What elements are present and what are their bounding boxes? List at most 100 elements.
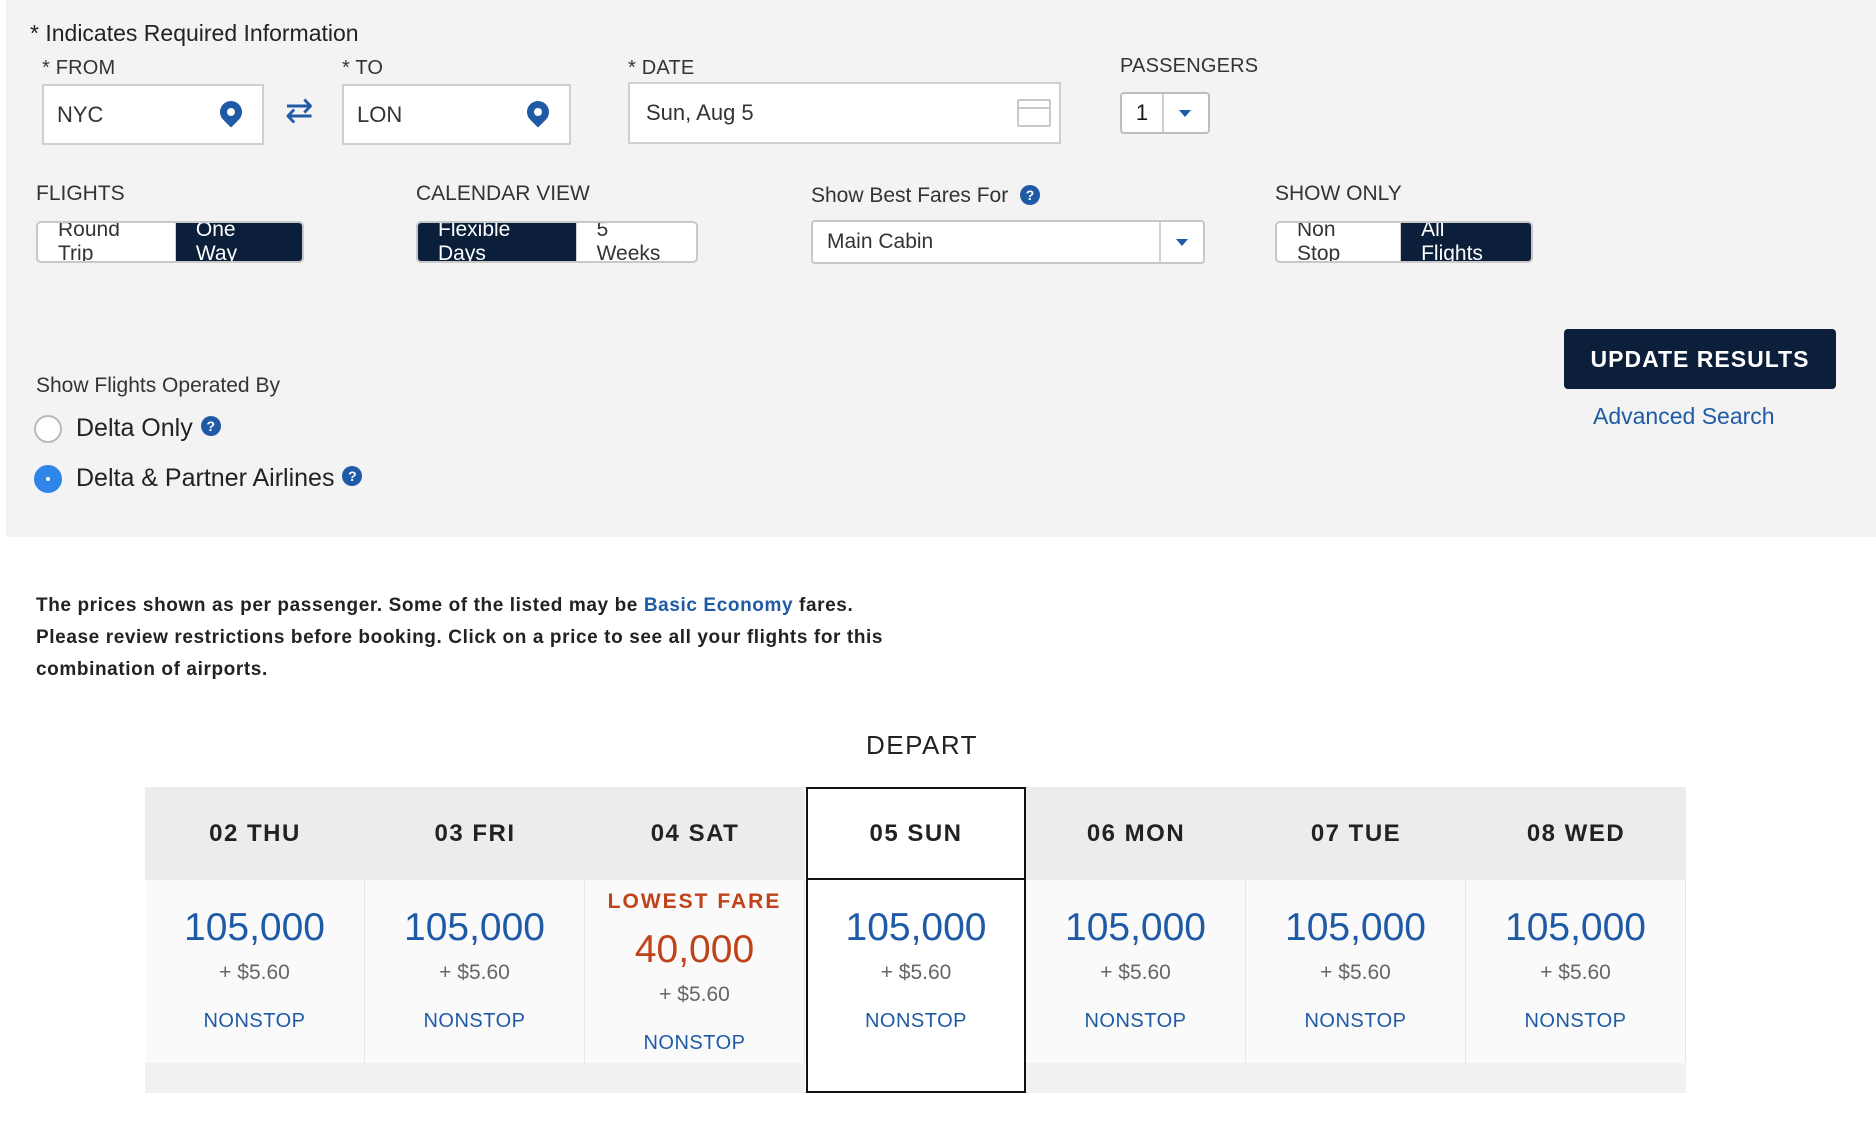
date-value: Sun, Aug 5 (646, 100, 754, 125)
chevron-down-icon[interactable] (1159, 222, 1203, 262)
fare-cell[interactable]: LOWEST FARE 40,000 + $5.60 NONSTOP (585, 880, 805, 1063)
fare-cell[interactable]: 105,000 + $5.60 NONSTOP (1246, 880, 1466, 1063)
flexible-days-option[interactable]: Flexible Days (418, 223, 577, 261)
update-results-button[interactable]: UPDATE RESULTS (1564, 329, 1836, 389)
day-header: 02 THU (145, 787, 365, 880)
fare-stops[interactable]: NONSTOP (1246, 1010, 1465, 1033)
date-input[interactable]: Sun, Aug 5 (628, 82, 1061, 144)
lowest-fare-badge: LOWEST FARE (607, 890, 782, 913)
advanced-search-link[interactable]: Advanced Search (1593, 403, 1775, 430)
column-footer (1026, 1063, 1246, 1093)
day-header: 03 FRI (365, 787, 585, 880)
passengers-value: 1 (1122, 94, 1164, 132)
to-input[interactable]: LON (342, 84, 571, 145)
fare-tax: + $5.60 (439, 961, 510, 984)
fare-tax: + $5.60 (219, 961, 290, 984)
column-footer (806, 1063, 1026, 1093)
best-fares-label-text: Show Best Fares For (811, 184, 1009, 207)
fare-tax: + $5.60 (880, 961, 952, 984)
operated-by-label: Show Flights Operated By (36, 374, 280, 397)
cabin-select[interactable]: Main Cabin (811, 220, 1205, 264)
fare-tax: + $5.60 (1100, 961, 1171, 984)
delta-only-radio[interactable] (34, 414, 62, 443)
notice-line-2: Please review restrictions before bookin… (36, 627, 884, 648)
fare-miles[interactable]: 105,000 (1246, 906, 1465, 950)
fare-stops[interactable]: NONSTOP (808, 1010, 1024, 1033)
help-icon[interactable]: ? (342, 465, 363, 486)
help-icon[interactable]: ? (1020, 185, 1041, 205)
notice-text: The prices shown as per passenger. Some … (36, 595, 644, 616)
column-footer (145, 1063, 365, 1093)
to-label: * TO (342, 57, 384, 79)
fare-cell[interactable]: 105,000 + $5.60 NONSTOP (1466, 880, 1686, 1063)
calendar-view-toggle: Flexible Days 5 Weeks (416, 221, 698, 263)
non-stop-option[interactable]: Non Stop (1277, 223, 1402, 261)
fare-day-column[interactable]: 06 MON 105,000 + $5.60 NONSTOP (1026, 787, 1246, 1093)
show-only-label: SHOW ONLY (1275, 182, 1402, 205)
fare-tax: + $5.60 (659, 983, 730, 1006)
depart-title: DEPART (866, 730, 979, 760)
all-flights-option[interactable]: All Flights (1401, 223, 1531, 261)
column-footer (1246, 1063, 1466, 1093)
fare-miles[interactable]: 105,000 (365, 906, 584, 950)
delta-partner-radio-row[interactable]: Delta & Partner Airlines ? (34, 464, 363, 493)
location-pin-icon[interactable] (522, 96, 554, 128)
best-fares-label: Show Best Fares For ? (811, 184, 1041, 208)
basic-economy-link[interactable]: Basic Economy (644, 595, 793, 616)
fare-miles[interactable]: 105,000 (808, 906, 1024, 950)
one-way-option[interactable]: One Way (175, 223, 302, 261)
fare-miles[interactable]: 105,000 (1026, 906, 1245, 950)
fare-day-column-selected[interactable]: 05 SUN 105,000 + $5.60 NONSTOP (806, 787, 1026, 1093)
calendar-view-label: CALENDAR VIEW (416, 182, 590, 205)
help-icon[interactable]: ? (200, 415, 221, 436)
day-header: 04 SAT (585, 787, 805, 880)
date-label: * DATE (628, 57, 695, 79)
fare-miles[interactable]: 105,000 (1466, 906, 1685, 950)
notice-text: fares. (793, 595, 854, 616)
notice-line-3: combination of airports. (36, 659, 268, 680)
fare-stops[interactable]: NONSTOP (585, 1032, 804, 1055)
required-note: * Indicates Required Information (30, 20, 359, 46)
five-weeks-option[interactable]: 5 Weeks (577, 223, 696, 261)
fare-calendar: 02 THU 105,000 + $5.60 NONSTOP 03 FRI 10… (145, 787, 1687, 1093)
to-value: LON (357, 101, 403, 127)
fare-day-column[interactable]: 08 WED 105,000 + $5.60 NONSTOP (1466, 787, 1686, 1093)
fare-stops[interactable]: NONSTOP (1026, 1010, 1245, 1033)
fare-stops[interactable]: NONSTOP (1466, 1010, 1685, 1033)
day-header: 07 TUE (1246, 787, 1466, 880)
round-trip-option[interactable]: Round Trip (38, 223, 176, 261)
notice-line-1: The prices shown as per passenger. Some … (36, 590, 996, 622)
search-panel (6, 0, 1876, 537)
fare-day-column[interactable]: 04 SAT LOWEST FARE 40,000 + $5.60 NONSTO… (585, 787, 805, 1093)
fare-day-column[interactable]: 07 TUE 105,000 + $5.60 NONSTOP (1246, 787, 1466, 1093)
fare-day-column[interactable]: 03 FRI 105,000 + $5.60 NONSTOP (365, 787, 585, 1093)
fare-cell[interactable]: 105,000 + $5.60 NONSTOP (145, 880, 365, 1063)
fare-cell[interactable]: 105,000 + $5.60 NONSTOP (806, 880, 1026, 1063)
passengers-select[interactable]: 1 (1120, 92, 1210, 134)
delta-only-label: Delta Only (76, 414, 193, 442)
show-only-toggle: Non Stop All Flights (1275, 221, 1533, 263)
passengers-label: PASSENGERS (1120, 55, 1259, 77)
column-footer (585, 1063, 805, 1093)
chevron-down-icon[interactable] (1164, 94, 1206, 132)
location-pin-icon[interactable] (215, 96, 247, 128)
fare-tax: + $5.60 (1320, 961, 1391, 984)
fare-cell[interactable]: 105,000 + $5.60 NONSTOP (365, 880, 585, 1063)
calendar-icon[interactable] (1017, 99, 1051, 127)
column-footer (365, 1063, 585, 1093)
swap-airports-icon[interactable]: ⇄ (285, 94, 314, 128)
delta-partner-radio[interactable] (34, 464, 62, 493)
fare-stops[interactable]: NONSTOP (145, 1010, 364, 1033)
delta-only-radio-row[interactable]: Delta Only ? (34, 414, 221, 443)
fare-miles[interactable]: 40,000 (585, 928, 804, 972)
fare-day-column[interactable]: 02 THU 105,000 + $5.60 NONSTOP (145, 787, 365, 1093)
fare-cell[interactable]: 105,000 + $5.60 NONSTOP (1026, 880, 1246, 1063)
day-header: 06 MON (1026, 787, 1246, 880)
fare-miles[interactable]: 105,000 (145, 906, 364, 950)
trip-type-toggle: Round Trip One Way (36, 221, 304, 263)
fare-stops[interactable]: NONSTOP (365, 1010, 584, 1033)
day-header: 08 WED (1466, 787, 1686, 880)
from-label: * FROM (42, 57, 116, 79)
fare-tax: + $5.60 (1540, 961, 1611, 984)
from-input[interactable]: NYC (42, 84, 264, 145)
